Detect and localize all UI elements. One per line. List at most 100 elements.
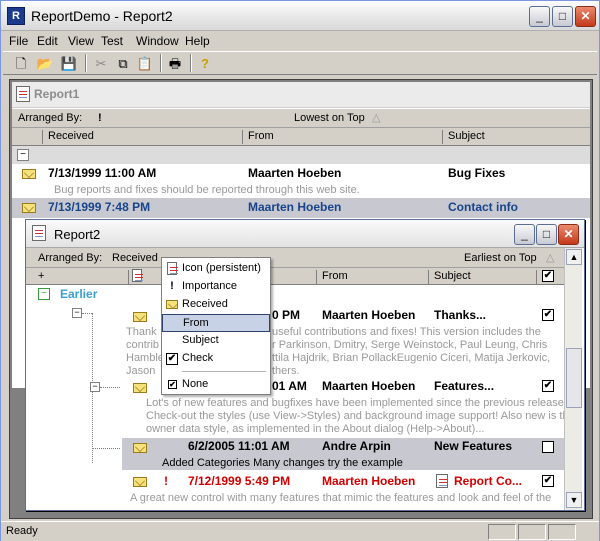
expand-all-icon[interactable]: + bbox=[38, 270, 44, 282]
arranged-by-value[interactable]: Received bbox=[112, 252, 158, 264]
report2-window[interactable]: Report2 _ □ ✕ Arranged By: Received Earl… bbox=[25, 219, 585, 511]
status-pane bbox=[548, 524, 576, 540]
arranged-by-label: Arranged By: bbox=[18, 112, 83, 124]
vertical-scrollbar[interactable]: ▲ ▼ bbox=[564, 248, 582, 510]
row-check-checkbox[interactable] bbox=[542, 441, 554, 453]
window-title: ReportDemo - Report2 bbox=[31, 8, 173, 24]
menu-test[interactable]: Test bbox=[101, 34, 123, 48]
row-received[interactable]: 0 PM bbox=[272, 308, 300, 322]
row-subject[interactable]: Contact info bbox=[448, 200, 518, 214]
row-from[interactable]: Maarten Hoeben bbox=[248, 200, 341, 214]
status-pane bbox=[518, 524, 546, 540]
row-subject[interactable]: Thanks... bbox=[434, 308, 486, 322]
report-doc-icon bbox=[32, 225, 46, 241]
maximize-button[interactable]: □ bbox=[552, 6, 573, 27]
icon-column-doc-icon[interactable] bbox=[132, 269, 143, 282]
menu-item-check[interactable]: ✔ Check bbox=[162, 350, 270, 368]
close-button[interactable]: ✕ bbox=[575, 6, 596, 27]
new-icon[interactable]: 🗋 bbox=[11, 54, 31, 74]
row-check-checkbox[interactable]: ✔ bbox=[542, 309, 554, 321]
tree-collapse-button[interactable]: − bbox=[90, 382, 100, 392]
row-received[interactable]: 7/13/1999 7:48 PM bbox=[48, 200, 150, 214]
importance-icon[interactable]: ! bbox=[98, 112, 102, 124]
menu-help[interactable]: Help bbox=[185, 34, 210, 48]
row-received[interactable]: 7/13/1999 11:00 AM bbox=[48, 166, 156, 180]
report2-maximize-button[interactable]: □ bbox=[536, 224, 557, 245]
row-preview: owner data style, as implemented in the … bbox=[146, 423, 485, 435]
help-icon[interactable]: ? bbox=[195, 54, 215, 74]
row-subject[interactable]: New Features bbox=[434, 439, 512, 453]
menu-separator bbox=[182, 371, 266, 372]
toolbar: 🗋 📂 💾 ✂ ⧉ 📋 🖶 ? bbox=[3, 51, 597, 75]
column-subject[interactable]: Subject bbox=[448, 130, 485, 142]
row-from[interactable]: Maarten Hoeben bbox=[322, 474, 415, 488]
row-preview: useful contributions and fixes! This ver… bbox=[272, 326, 541, 338]
row-from[interactable]: Maarten Hoeben bbox=[322, 379, 415, 393]
collapse-group-button[interactable]: − bbox=[38, 288, 50, 300]
attachment-doc-icon bbox=[436, 474, 448, 488]
row-preview: thers. bbox=[272, 365, 300, 377]
tree-line bbox=[100, 387, 120, 388]
row-check-checkbox[interactable]: ✔ bbox=[542, 475, 554, 487]
scroll-up-button[interactable]: ▲ bbox=[566, 249, 582, 265]
row-subject[interactable]: Report Co... bbox=[454, 474, 522, 488]
envelope-icon bbox=[133, 312, 147, 322]
paste-icon[interactable]: 📋 bbox=[135, 54, 155, 74]
exclamation-icon: ! bbox=[170, 280, 174, 292]
menu-view[interactable]: View bbox=[68, 34, 94, 48]
menu-item-importance[interactable]: ! Importance bbox=[162, 278, 270, 296]
column-subject[interactable]: Subject bbox=[434, 270, 471, 282]
doc-icon bbox=[167, 262, 178, 275]
menu-item-subject[interactable]: Subject bbox=[162, 332, 270, 350]
report2-minimize-button[interactable]: _ bbox=[514, 224, 535, 245]
menu-item-icon-persistent[interactable]: Icon (persistent) bbox=[162, 260, 270, 278]
column-separator bbox=[428, 270, 429, 284]
row-subject[interactable]: Bug Fixes bbox=[448, 166, 505, 180]
row-from[interactable]: Maarten Hoeben bbox=[248, 166, 341, 180]
menu-item-from[interactable]: From bbox=[162, 314, 270, 332]
column-separator bbox=[442, 130, 443, 144]
scroll-down-button[interactable]: ▼ bbox=[566, 492, 582, 508]
collapse-group-button[interactable]: − bbox=[17, 149, 29, 161]
copy-icon[interactable]: ⧉ bbox=[113, 54, 133, 74]
menu-file[interactable]: File bbox=[9, 34, 28, 48]
report2-title-bar[interactable]: Report2 _ □ ✕ bbox=[26, 220, 584, 248]
report2-close-button[interactable]: ✕ bbox=[558, 224, 579, 245]
cut-icon[interactable]: ✂ bbox=[91, 54, 111, 74]
row-preview: r Parkinson, Dmitry, Serge Weinstock, Pa… bbox=[272, 339, 548, 351]
row-received[interactable]: 01 AM bbox=[272, 379, 307, 393]
minimize-button[interactable]: _ bbox=[529, 6, 550, 27]
menu-edit[interactable]: Edit bbox=[37, 34, 58, 48]
menu-item-label: From bbox=[183, 317, 209, 329]
print-icon[interactable]: 🖶 bbox=[165, 54, 185, 74]
menu-window[interactable]: Window bbox=[136, 34, 179, 48]
sort-order-label[interactable]: Earliest on Top bbox=[464, 252, 537, 264]
menu-item-label: Received bbox=[182, 298, 228, 310]
row-check-checkbox[interactable]: ✔ bbox=[542, 380, 554, 392]
open-icon[interactable]: 📂 bbox=[35, 54, 55, 74]
sort-order-label[interactable]: Lowest on Top bbox=[294, 112, 365, 124]
menu-item-none[interactable]: ✔ None bbox=[162, 376, 270, 394]
row-from[interactable]: Andre Arpin bbox=[322, 439, 391, 453]
column-received[interactable]: Received bbox=[48, 130, 94, 142]
envelope-icon bbox=[22, 169, 36, 179]
scroll-thumb[interactable] bbox=[566, 348, 582, 408]
checkbox-icon: ✔ bbox=[168, 380, 177, 389]
column-separator bbox=[316, 270, 317, 284]
report1-title-bar[interactable]: Report1 bbox=[12, 82, 590, 108]
title-bar[interactable]: R ReportDemo - Report2 _ □ ✕ bbox=[1, 1, 599, 31]
envelope-icon bbox=[133, 383, 147, 393]
importance-icon: ! bbox=[164, 474, 168, 488]
toolbar-separator bbox=[85, 54, 87, 72]
check-column-checkbox-icon[interactable]: ✔ bbox=[542, 270, 554, 282]
menu-item-received[interactable]: Received bbox=[162, 296, 270, 314]
row-received[interactable]: 7/12/1999 5:49 PM bbox=[188, 474, 290, 488]
report2-column-header: + From Subject ✔ bbox=[26, 268, 566, 285]
tree-collapse-button[interactable]: − bbox=[72, 308, 82, 318]
column-from[interactable]: From bbox=[248, 130, 274, 142]
row-from[interactable]: Maarten Hoeben bbox=[322, 308, 415, 322]
row-received[interactable]: 6/2/2005 11:01 AM bbox=[188, 439, 290, 453]
row-subject[interactable]: Features... bbox=[434, 379, 494, 393]
column-from[interactable]: From bbox=[322, 270, 348, 282]
save-icon[interactable]: 💾 bbox=[59, 54, 79, 74]
